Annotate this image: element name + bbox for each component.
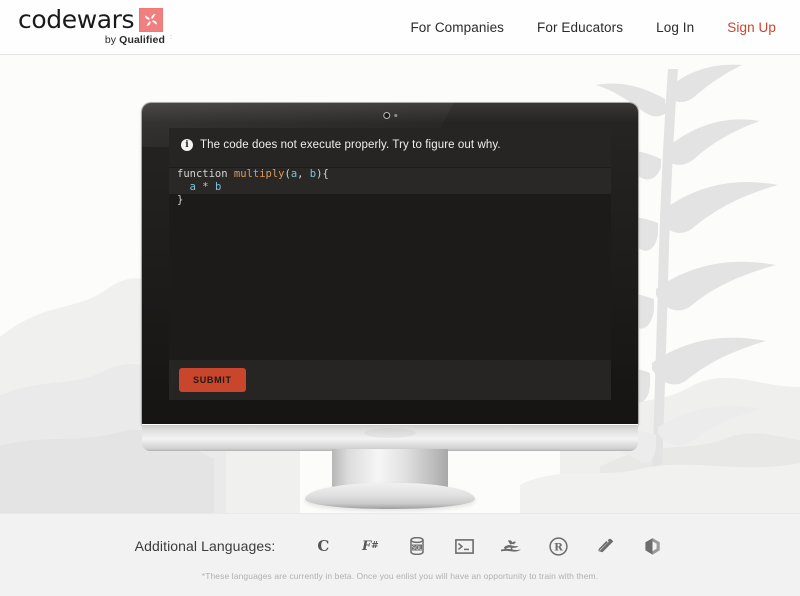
- monitor-device: i The code does not execute properly. Tr…: [142, 103, 638, 509]
- monitor-chin: [142, 424, 638, 451]
- brand-logo-row: codewars: [18, 7, 168, 33]
- monitor-bezel: i The code does not execute properly. Tr…: [142, 103, 638, 425]
- r-language-icon[interactable]: R: [545, 535, 571, 557]
- pinwheel-icon: [139, 8, 164, 32]
- code-line: function multiply(a, b){: [169, 168, 611, 181]
- code-line: }: [177, 194, 184, 206]
- svg-text:R: R: [554, 541, 563, 553]
- challenge-message: i The code does not execute properly. Tr…: [169, 128, 611, 161]
- ocaml-camel-icon[interactable]: [498, 535, 524, 557]
- hero-section: i The code does not execute properly. Tr…: [0, 55, 800, 513]
- svg-text:SQL: SQL: [412, 545, 422, 551]
- submit-button[interactable]: SUBMIT: [179, 368, 246, 392]
- sql-database-icon[interactable]: SQL: [404, 535, 430, 557]
- c-language-icon[interactable]: C: [310, 535, 336, 557]
- code-line: a * b: [169, 181, 611, 194]
- monitor-stand-base: [305, 483, 475, 509]
- additional-languages-section: Additional Languages: C F # SQL R *These…: [0, 513, 800, 596]
- webcam-lens-icon: [383, 112, 391, 119]
- crystal-language-icon[interactable]: [592, 535, 618, 557]
- info-circle-icon: i: [181, 139, 193, 151]
- brand-tagline: by Qualified :: [18, 34, 172, 46]
- nav-link-for-companies[interactable]: For Companies: [410, 20, 504, 35]
- languages-row: Additional Languages: C F # SQL R: [0, 514, 800, 557]
- brand-tagline-pre: by: [104, 34, 120, 46]
- main-navigation: For Companies For Educators Log In Sign …: [410, 0, 776, 55]
- nav-link-sign-up[interactable]: Sign Up: [727, 20, 776, 35]
- brand-tagline-strong: Qualified: [119, 34, 165, 46]
- site-header: codewars by Qualified : For Companies Fo…: [0, 0, 800, 55]
- webcam-led-icon: [394, 114, 397, 117]
- monitor-screen: i The code does not execute properly. Tr…: [169, 128, 611, 400]
- nav-link-for-educators[interactable]: For Educators: [537, 20, 623, 35]
- languages-footnote: *These languages are currently in beta. …: [201, 571, 599, 581]
- shell-terminal-icon[interactable]: [451, 535, 477, 557]
- nim-crown-icon[interactable]: [639, 535, 665, 557]
- fsharp-language-icon[interactable]: F #: [357, 535, 383, 557]
- additional-languages-label: Additional Languages:: [134, 538, 276, 554]
- code-editor[interactable]: function multiply(a, b){ a * b }: [169, 167, 611, 360]
- brand-name: codewars: [18, 5, 135, 34]
- webcam-icon: [383, 112, 397, 119]
- editor-action-bar: SUBMIT: [169, 360, 611, 400]
- challenge-message-text: The code does not execute properly. Try …: [200, 139, 501, 151]
- nav-link-log-in[interactable]: Log In: [656, 20, 694, 35]
- tagline-dots-icon: :: [170, 34, 172, 41]
- brand-logo[interactable]: codewars by Qualified :: [18, 7, 172, 49]
